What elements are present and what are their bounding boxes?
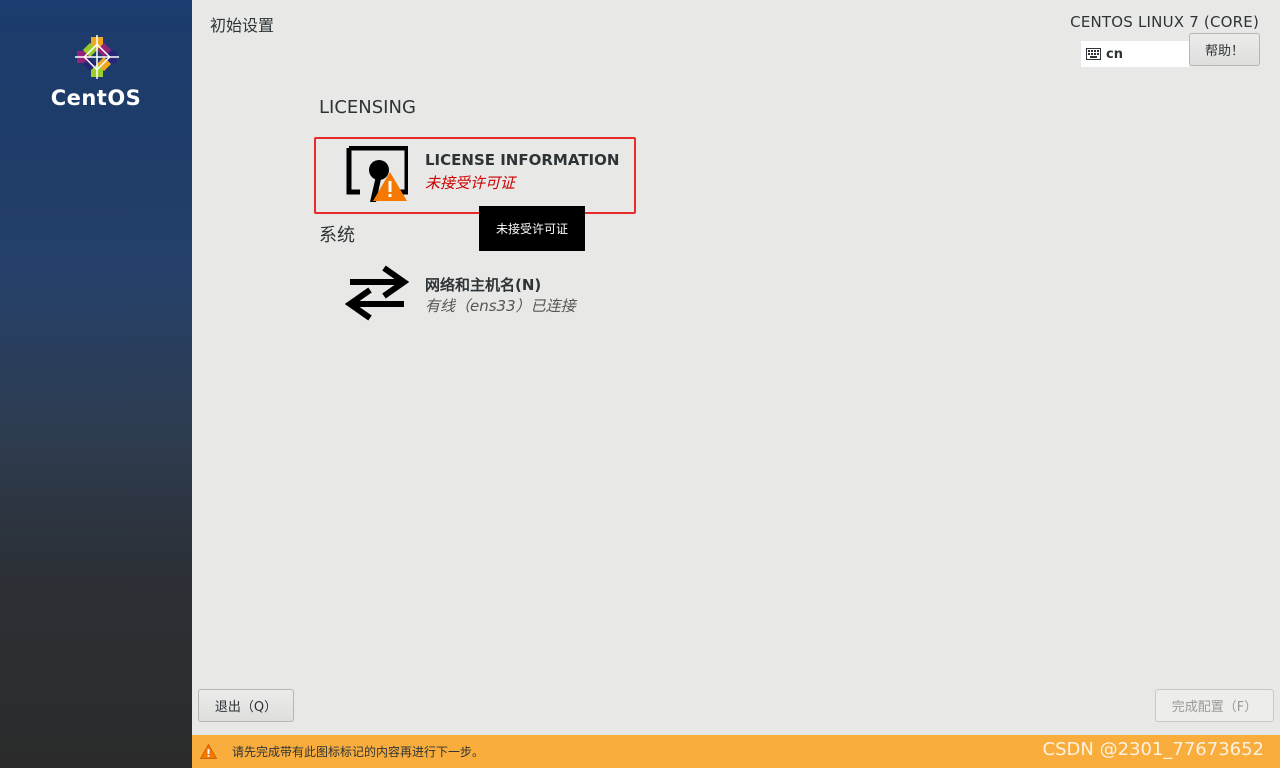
network-arrows-icon xyxy=(344,265,410,321)
quit-button[interactable]: 退出（Q） xyxy=(198,689,294,722)
section-label-system: 系统 xyxy=(319,225,355,246)
product-name: CENTOS LINUX 7 (CORE) xyxy=(1070,13,1259,31)
finish-configuration-button[interactable]: 完成配置（F） xyxy=(1155,689,1274,722)
keyboard-layout-indicator[interactable]: cn xyxy=(1081,41,1189,67)
centos-logo-text: CentOS xyxy=(50,86,142,110)
keyboard-layout-label: cn xyxy=(1106,46,1123,62)
page-title: 初始设置 xyxy=(210,16,275,35)
spoke-network-hostname[interactable]: 网络和主机名(N) 有线（ens33）已连接 xyxy=(342,264,612,326)
tooltip: 未接受许可证 xyxy=(479,206,585,251)
spoke-network-title: 网络和主机名(N) xyxy=(425,276,542,294)
highlight-annotation-box xyxy=(314,137,636,214)
warning-message: 请先完成带有此图标标记的内容再进行下一步。 xyxy=(232,745,485,759)
watermark: CSDN @2301_77673652 xyxy=(1042,739,1264,760)
warning-bar: 请先完成带有此图标标记的内容再进行下一步。 CSDN @2301_7767365… xyxy=(192,735,1280,768)
main-hub: 初始设置 CENTOS LINUX 7 (CORE) cn 帮助！ LICENS… xyxy=(192,0,1280,768)
help-button[interactable]: 帮助！ xyxy=(1189,33,1260,66)
section-label-licensing: LICENSING xyxy=(319,97,416,118)
spoke-network-status: 有线（ens33）已连接 xyxy=(425,297,576,315)
centos-logo-icon xyxy=(75,35,119,79)
keyboard-icon xyxy=(1086,48,1101,60)
warning-icon xyxy=(200,744,217,759)
sidebar: CentOS xyxy=(0,0,192,768)
